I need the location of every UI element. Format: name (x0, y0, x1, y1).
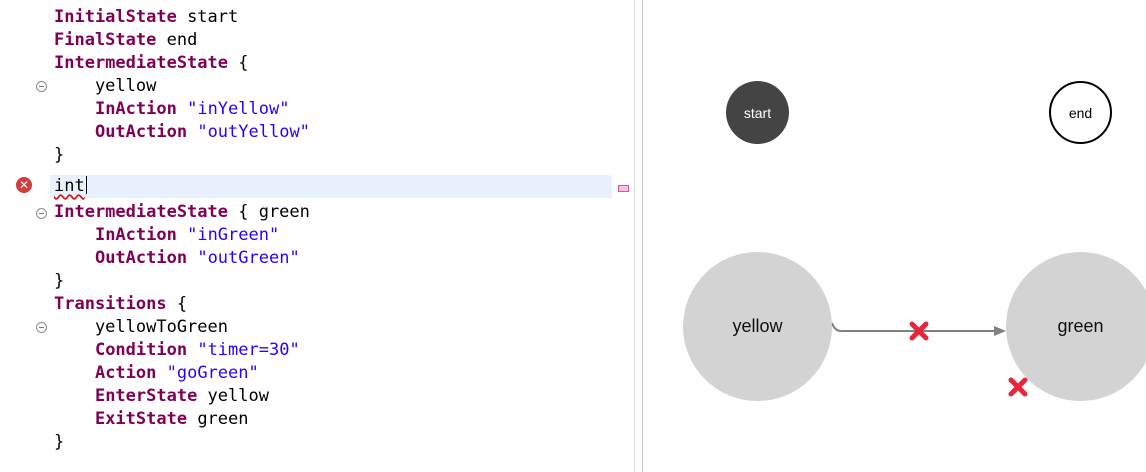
state-label: start (743, 104, 772, 121)
keyword: Condition (94, 340, 188, 360)
text-caret (85, 176, 87, 194)
string-literal: "inYellow" (187, 99, 290, 119)
code-text: } (54, 145, 65, 165)
code-text: yellow (197, 386, 269, 406)
code-line[interactable]: FinalState end (0, 29, 634, 52)
keyword: FinalState (54, 30, 157, 50)
code-line[interactable]: InAction "inGreen" (0, 224, 634, 247)
state-label: end (1068, 104, 1093, 121)
code-line[interactable]: Condition "timer=30" (0, 339, 634, 362)
keyword: IntermediateState (54, 202, 228, 222)
string-literal: "timer=30" (197, 340, 300, 360)
code-text: start (176, 7, 239, 27)
code-line[interactable]: yellowToGreen (0, 316, 634, 339)
code-line[interactable]: IntermediateState { green (0, 201, 634, 224)
keyword: Transitions (54, 294, 167, 314)
code-text: yellow (54, 76, 157, 96)
state-node-yellow[interactable]: yellow (683, 252, 832, 401)
keyword: OutAction (94, 248, 188, 268)
keyword: EnterState (94, 386, 198, 406)
code-line[interactable]: InAction "inYellow" (0, 98, 634, 121)
code-line[interactable]: EnterState yellow (0, 385, 634, 408)
string-literal: "inGreen" (187, 225, 280, 245)
code-text: } (54, 432, 65, 452)
state-label: yellow (732, 316, 783, 336)
code-line[interactable]: OutAction "outGreen" (0, 247, 634, 270)
code-line[interactable]: Action "goGreen" (0, 362, 634, 385)
keyword: InAction (94, 225, 177, 245)
state-node-green[interactable]: green (1006, 252, 1146, 401)
code-text: { (166, 294, 188, 314)
keyword: Action (94, 363, 157, 383)
code-line[interactable]: Transitions { (0, 293, 634, 316)
overview-ruler-error-marker[interactable] (618, 185, 629, 192)
node-error-x-icon (1008, 377, 1028, 397)
fold-collapse-icon[interactable] (36, 208, 47, 219)
code-text: } (54, 271, 65, 291)
error-text: int (54, 176, 85, 196)
keyword: ExitState (94, 409, 188, 429)
code-text: yellowToGreen (54, 317, 228, 337)
state-label: green (1057, 316, 1104, 336)
keyword: InitialState (54, 7, 177, 27)
code-text: { green (228, 202, 310, 222)
code-line[interactable]: ExitState green (0, 408, 634, 431)
code-line[interactable]: OutAction "outYellow" (0, 121, 634, 144)
error-x-icon[interactable]: ✕ (16, 177, 32, 193)
code-text: { (228, 53, 249, 73)
keyword: IntermediateState (54, 53, 228, 73)
code-text: end (156, 30, 198, 50)
pane-divider[interactable] (634, 0, 643, 472)
code-line[interactable]: yellow (0, 75, 634, 98)
keyword: OutAction (94, 122, 188, 142)
fold-collapse-icon[interactable] (36, 81, 47, 92)
state-diagram-canvas[interactable]: start end yellow green (643, 0, 1146, 472)
code-line-current[interactable]: int (0, 175, 634, 198)
code-line[interactable]: } (0, 431, 634, 454)
code-line[interactable]: IntermediateState { (0, 52, 634, 75)
code-line[interactable]: } (0, 144, 634, 167)
string-literal: "outYellow" (197, 122, 310, 142)
string-literal: "outGreen" (197, 248, 300, 268)
code-editor[interactable]: InitialState start FinalState end Interm… (0, 0, 634, 472)
arrowhead (994, 326, 1006, 336)
string-literal: "goGreen" (166, 363, 259, 383)
code-text: green (187, 409, 249, 429)
fold-collapse-icon[interactable] (36, 322, 47, 333)
keyword: InAction (94, 99, 177, 119)
transition-layer (831, 321, 1028, 397)
initial-state-node[interactable]: start (726, 81, 789, 144)
code-line[interactable]: InitialState start (0, 6, 634, 29)
final-state-node[interactable]: end (1049, 81, 1112, 144)
code-line[interactable]: } (0, 270, 634, 293)
